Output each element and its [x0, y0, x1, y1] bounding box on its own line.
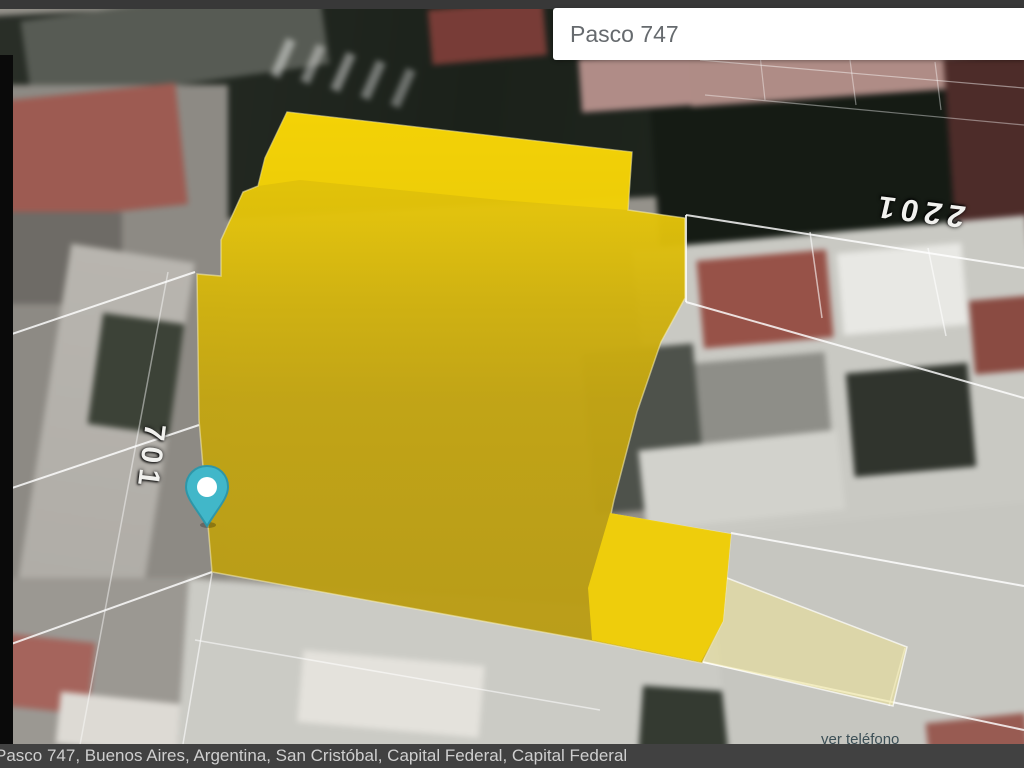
parcel-protrusion: [588, 513, 731, 662]
map-viewport[interactable]: 2201 701 ver teléfono Pasco 747, Buenos …: [0, 0, 1024, 768]
location-pin-icon: [183, 464, 231, 530]
address-bar: Pasco 747, Buenos Aires, Argentina, San …: [0, 744, 1024, 768]
address-text: Pasco 747, Buenos Aires, Argentina, San …: [0, 744, 627, 767]
map-overlay: [0, 0, 1024, 768]
search-input[interactable]: [553, 8, 1024, 60]
parcel-strip-translucent: [703, 578, 907, 706]
search-bar: [553, 8, 1024, 60]
left-edge-strip: [0, 55, 13, 745]
